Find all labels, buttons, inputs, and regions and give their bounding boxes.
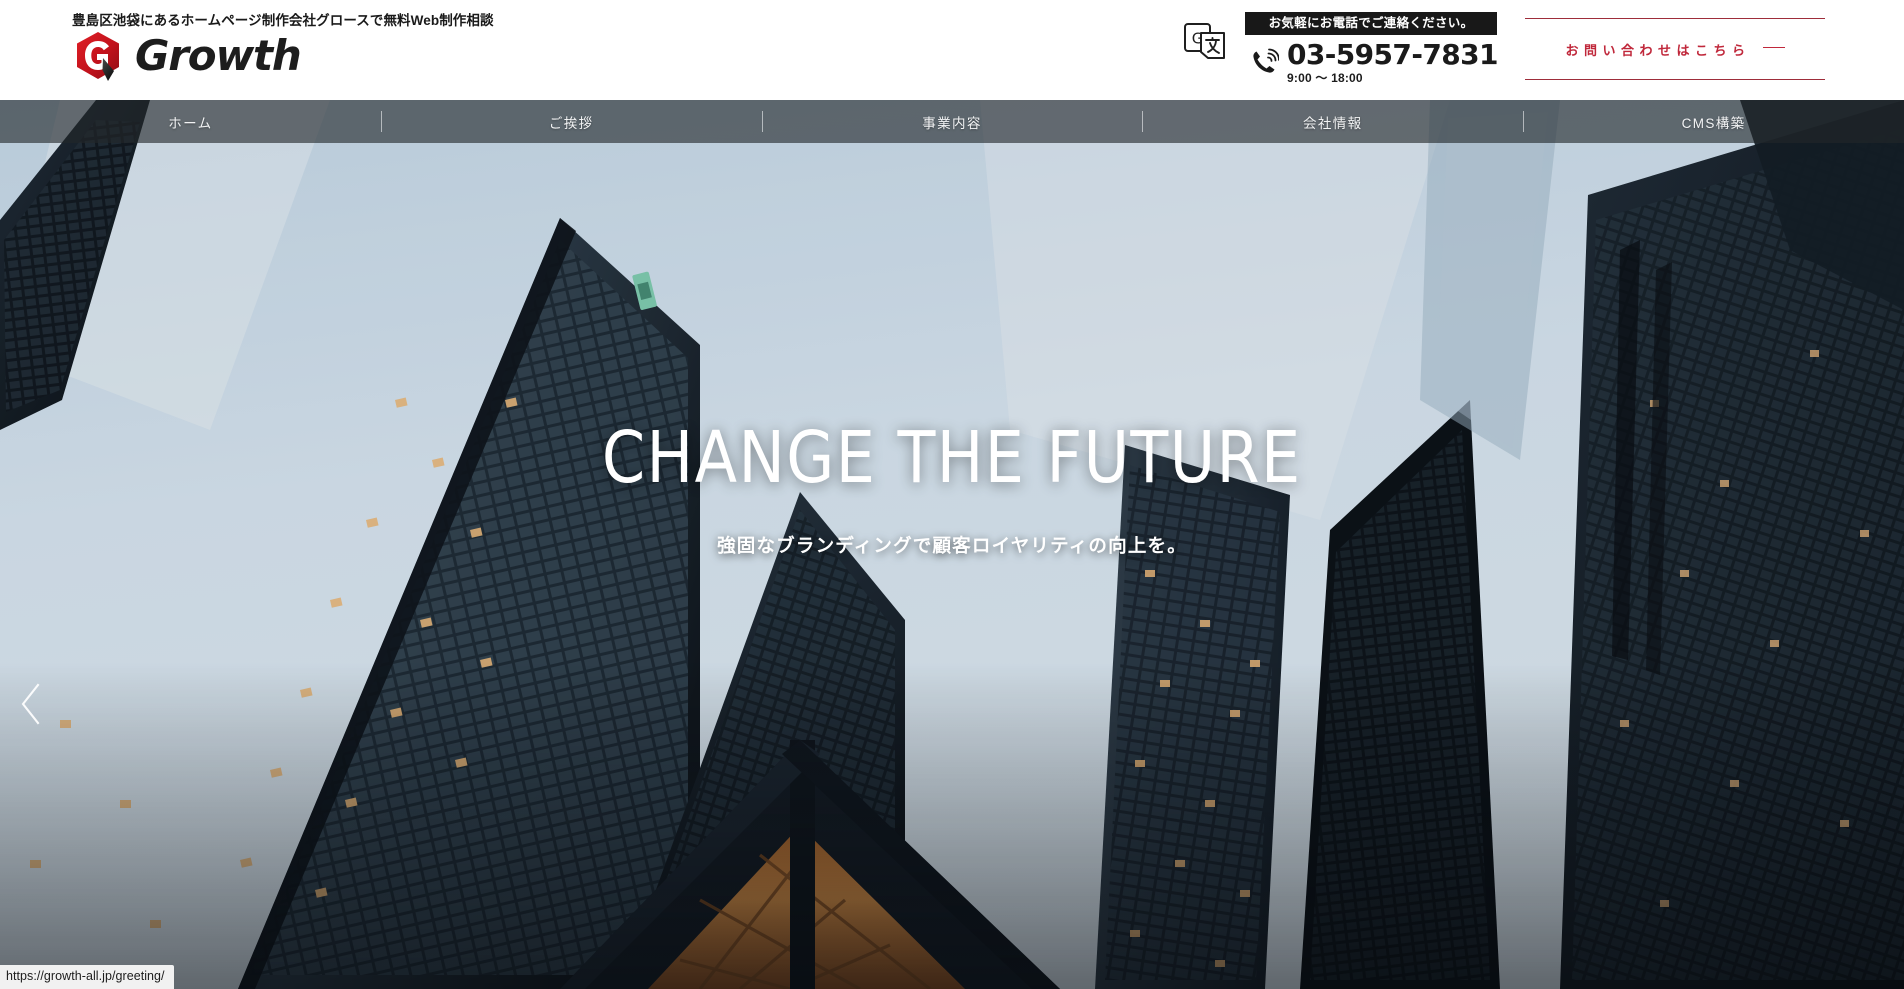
browser-status-bar: https://growth-all.jp/greeting/	[0, 965, 174, 989]
contact-cta-button[interactable]: お問い合わせはこちら	[1525, 18, 1825, 80]
contact-cta-label: お問い合わせはこちら	[1565, 42, 1751, 58]
growth-logo-icon	[77, 32, 119, 81]
nav-list: ホーム ご挨拶 事業内容 会社情報 CMS構築	[0, 100, 1904, 143]
nav-item-business[interactable]: 事業内容	[761, 100, 1143, 143]
main-navigation: ホーム ご挨拶 事業内容 会社情報 CMS構築	[0, 100, 1904, 143]
browser-page: CHANGE THE FUTURE 強固なブランディングで顧客ロイヤリティの向上…	[0, 0, 1904, 989]
chevron-left-icon	[21, 683, 40, 725]
phone-row[interactable]: 03-5957-7831 9:00 ～ 18:00	[1245, 40, 1505, 85]
nav-label: ホーム	[168, 115, 213, 131]
google-translate-icon[interactable]: G	[1183, 22, 1227, 64]
nav-item-company[interactable]: 会社情報	[1142, 100, 1523, 143]
nav-item-cms[interactable]: CMS構築	[1523, 100, 1904, 143]
site-logo[interactable]: Growth	[72, 30, 302, 82]
phone-ringing-icon	[1253, 48, 1279, 73]
hero-section: CHANGE THE FUTURE 強固なブランディングで顧客ロイヤリティの向上…	[0, 100, 1904, 989]
nav-label: 事業内容	[922, 115, 982, 131]
nav-label: 会社情報	[1302, 115, 1363, 131]
carousel-prev-button[interactable]	[8, 676, 54, 732]
site-tagline: 豊島区池袋にあるホームページ制作会社グロースで無料Web制作相談	[72, 13, 494, 28]
phone-hours: 9:00 ～ 18:00	[1287, 70, 1363, 85]
logo-wordmark: Growth	[135, 31, 302, 80]
header-phone-block: お気軽にお電話でご連絡ください。 03-5957-7831 9:00 ～ 18:…	[1245, 12, 1505, 84]
hero-background-image	[0, 100, 1904, 989]
horizontal-dash-icon	[1762, 46, 1785, 49]
nav-label: ご挨拶	[548, 115, 594, 131]
phone-banner-label: お気軽にお電話でご連絡ください。	[1245, 12, 1497, 36]
nav-label: CMS構築	[1681, 115, 1746, 131]
site-header: 豊島区池袋にあるホームページ制作会社グロースで無料Web制作相談 Growth …	[0, 0, 1904, 100]
nav-item-greeting[interactable]: ご挨拶	[380, 100, 762, 143]
phone-number[interactable]: 03-5957-7831	[1287, 40, 1498, 70]
nav-item-home[interactable]: ホーム	[0, 100, 381, 143]
